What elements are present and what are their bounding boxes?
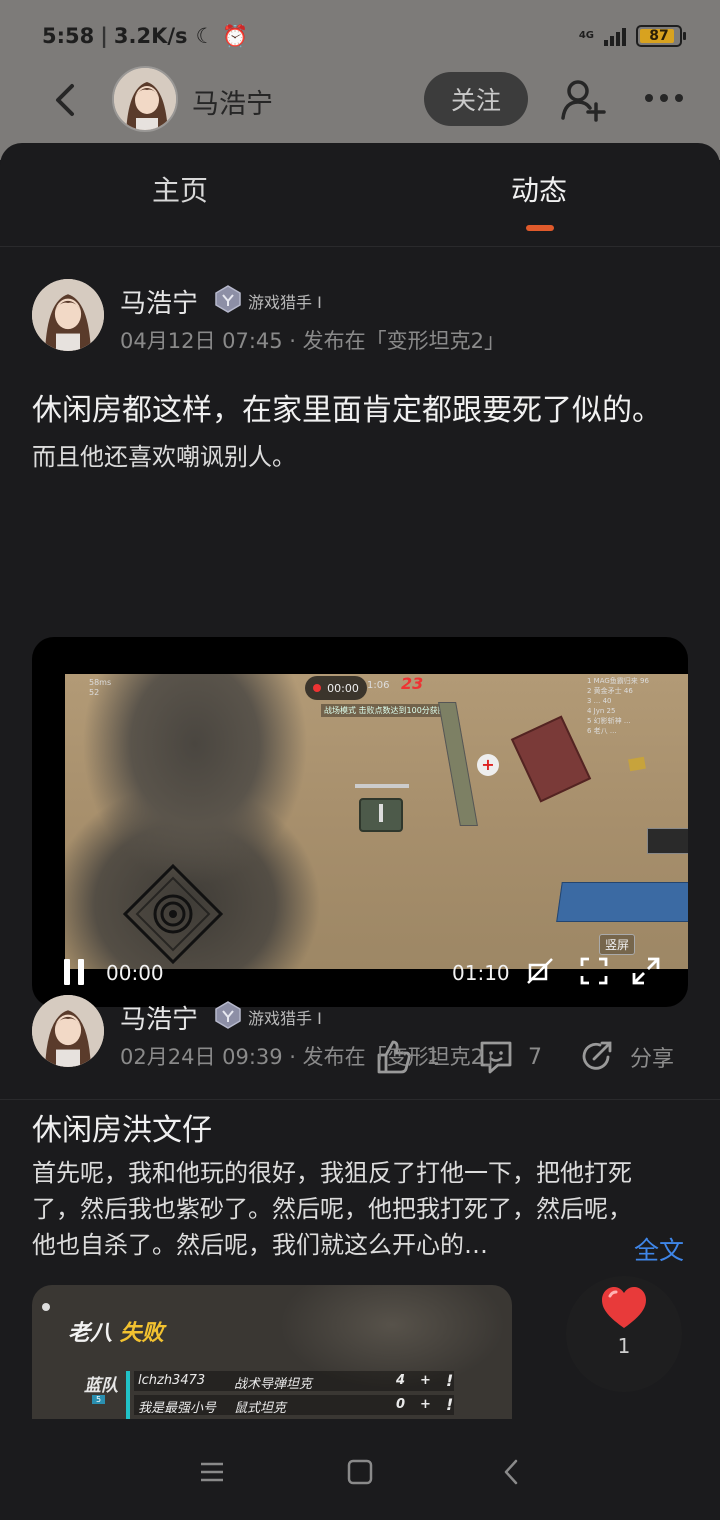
moon-icon: ☾	[195, 24, 215, 48]
hunter-badge-icon	[215, 285, 241, 313]
screenshot-frame-icon[interactable]	[578, 955, 610, 987]
post-meta: 02月24日 09:39 · 发布在「变形坦克2」	[120, 1045, 506, 1069]
profile-header: 马浩宁 关注	[0, 66, 720, 134]
game-crate	[628, 756, 646, 772]
signal-icon	[604, 26, 626, 46]
hunter-badge-icon	[215, 1001, 241, 1029]
video-current-time: 00:00	[106, 961, 164, 985]
post-avatar[interactable]	[32, 995, 104, 1067]
share-label: 分享	[630, 1047, 675, 1072]
pause-icon[interactable]	[64, 959, 86, 985]
floating-like-count: 1	[617, 1334, 631, 1358]
add-friend-icon[interactable]	[560, 78, 606, 122]
share-action[interactable]: 分享	[580, 1039, 674, 1075]
back-arrow-icon[interactable]	[46, 80, 86, 120]
medkit-icon: +	[477, 754, 499, 776]
post-title: 休闲房洪文仔	[32, 1113, 212, 1148]
home-icon[interactable]	[346, 1458, 374, 1486]
back-icon[interactable]	[498, 1458, 526, 1486]
hud-score: 23	[401, 674, 424, 693]
status-speed: 3.2K/s	[113, 24, 188, 48]
alarm-icon: ⏰	[222, 23, 249, 48]
hud-latency: 58ms 52	[89, 678, 112, 697]
post-body: 首先呢，我和他玩的很好，我狙反了打他一下，把他打死了，然后我也紫砂了。然后呢，他…	[32, 1159, 632, 1259]
menu-icon[interactable]	[198, 1458, 226, 1486]
follow-button[interactable]: 关注	[424, 72, 528, 126]
tank-health-bar	[355, 784, 409, 788]
video-player[interactable]: 58ms 52 00:00 1:06 23 战场模式 击败点数达到100分获胜 1…	[32, 637, 688, 1007]
team-number: 5	[92, 1395, 106, 1404]
post-title: 休闲房都这样，在家里面肯定都跟要死了似的。	[32, 393, 662, 428]
badge-label: 游戏猎手 I	[248, 293, 322, 312]
network-label: 4G	[578, 30, 594, 41]
comment-count: 7	[528, 1044, 542, 1070]
heart-icon	[602, 1287, 646, 1328]
result-title: 老八 失败	[68, 1321, 164, 1346]
media-indicator	[42, 1303, 50, 1311]
tab-home[interactable]: 主页	[152, 169, 208, 209]
video-controls: 00:00 01:10	[32, 937, 688, 1007]
game-vehicles	[647, 828, 688, 854]
post-image[interactable]: 老八 失败 蓝队 5 lchzh3473 战术导弹坦克 4 + ! 我是最强小号…	[32, 1285, 512, 1419]
header-name: 马浩宁	[192, 89, 273, 120]
floating-like-button[interactable]: 1	[566, 1276, 682, 1392]
video-frame: 58ms 52 00:00 1:06 23 战场模式 击败点数达到100分获胜 1…	[65, 674, 688, 969]
fullscreen-icon[interactable]	[630, 955, 662, 987]
hud-game-time: 1:06	[367, 680, 390, 691]
team-label: 蓝队	[84, 1376, 118, 1396]
profile-header-area: 5:58 | 3.2K/s ☾ ⏰ 4G 87 马浩宁 关注	[0, 0, 720, 160]
score-row: 我是最强小号 鼠式坦克 0 + !	[134, 1395, 454, 1416]
video-duration: 01:10	[452, 961, 510, 985]
post-author[interactable]: 马浩宁	[120, 999, 198, 1036]
tab-feed[interactable]: 动态	[511, 169, 567, 209]
badge-label: 游戏猎手 I	[248, 1009, 322, 1028]
game-wall	[438, 702, 478, 826]
post-avatar[interactable]	[32, 279, 104, 351]
hud-leaderboard: 1 MAG鱼霸归来 96 2 黄金矛士 46 3 ... 40 4 Jyn 25…	[587, 677, 649, 735]
team-bar	[126, 1371, 130, 1419]
post-body: 而且他还喜欢嘲讽别人。	[32, 443, 296, 471]
game-container	[510, 715, 592, 803]
status-time: 5:58	[42, 24, 95, 48]
player-tank	[359, 798, 403, 832]
battery-icon: 87	[636, 25, 686, 47]
tab-indicator	[526, 225, 554, 231]
post-author[interactable]: 马浩宁	[120, 283, 198, 320]
status-bar: 5:58 | 3.2K/s ☾ ⏰ 4G 87	[42, 18, 686, 54]
post-meta: 04月12日 07:45 · 发布在「变形坦克2」	[120, 329, 506, 353]
danmaku-off-icon[interactable]	[524, 955, 556, 987]
score-row: lchzh3473 战术导弹坦克 4 + !	[134, 1371, 454, 1392]
more-icon[interactable]	[644, 88, 684, 108]
status-separator: |	[100, 24, 108, 48]
full-text-link[interactable]: 全文	[634, 1231, 684, 1267]
battery-level: 87	[649, 28, 669, 44]
record-indicator: 00:00	[305, 676, 367, 700]
game-blue-container	[556, 882, 688, 922]
hud-mission: 战场模式 击败点数达到100分获胜	[321, 704, 449, 717]
tab-bar: 主页 动态	[0, 143, 720, 247]
header-avatar[interactable]	[112, 66, 178, 132]
system-nav-bar	[0, 1424, 720, 1520]
post-divider	[0, 1099, 720, 1100]
share-icon	[582, 1041, 612, 1070]
